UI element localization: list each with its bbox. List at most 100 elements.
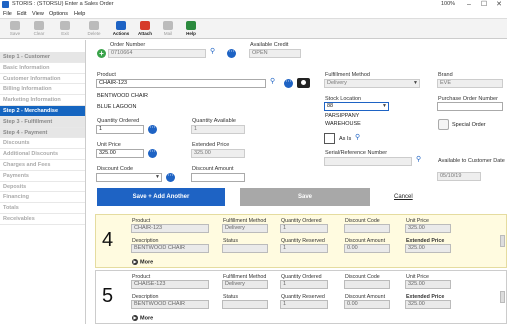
- line-number: 5: [102, 285, 114, 307]
- menu-help[interactable]: Help: [74, 11, 85, 17]
- sidebar-item-customer-information[interactable]: Customer Information: [0, 74, 85, 85]
- as-is-checkbox[interactable]: [324, 133, 335, 144]
- toolbar-mail-button[interactable]: Mail: [157, 21, 179, 36]
- close-icon[interactable]: ✕: [492, 0, 506, 10]
- zoom-level[interactable]: 100%: [441, 1, 455, 7]
- discount-code-select[interactable]: ▼: [96, 173, 162, 182]
- line-menu-handle[interactable]: [500, 235, 505, 247]
- maximize-icon[interactable]: ☐: [477, 0, 491, 10]
- toolbar-attach-button[interactable]: Attach: [134, 21, 156, 36]
- menu-options[interactable]: Options: [49, 11, 68, 17]
- toolbar-save-button[interactable]: Save: [4, 21, 26, 36]
- line-unit-price-field: 325.00: [405, 280, 451, 289]
- clear-icon: [34, 21, 44, 30]
- sidebar-item-additional-discounts[interactable]: Additional Discounts: [0, 149, 85, 160]
- price-more-icon[interactable]: ⋯: [148, 149, 157, 158]
- unit-price-input[interactable]: 325.00: [96, 149, 144, 158]
- stock-location-name-2: WAREHOUSE: [325, 121, 361, 127]
- stock-location-select[interactable]: 88 ▼: [324, 102, 389, 111]
- extended-price-label: Extended Price: [192, 142, 230, 148]
- quantity-ordered-input[interactable]: 1: [96, 125, 144, 134]
- save-add-another-button[interactable]: Save + Add Another: [97, 188, 225, 206]
- chevron-right-icon: ▶: [132, 315, 138, 321]
- toolbar-label: Delete: [87, 31, 101, 36]
- brand-label: Brand: [438, 72, 453, 78]
- toolbar-clear-button[interactable]: Clear: [28, 21, 50, 36]
- product-input[interactable]: CHAIR-123: [96, 79, 266, 88]
- line-status-field: [222, 244, 268, 253]
- quantity-more-icon[interactable]: ⋯: [148, 125, 157, 134]
- title-bar: STORIS : (STORSU) Enter a Sales Order 10…: [0, 0, 507, 10]
- stock-location-name-1: PARSIPPANY: [325, 113, 360, 119]
- menu-file[interactable]: File: [3, 11, 12, 17]
- menu-edit[interactable]: Edit: [17, 11, 26, 17]
- serial-search-icon[interactable]: ⚲: [416, 155, 421, 163]
- line-qty-reserved-field: 1: [280, 244, 328, 253]
- brand-field: EVE: [437, 79, 503, 88]
- toolbar-label: Mail: [163, 31, 173, 36]
- special-order-button[interactable]: [438, 119, 449, 130]
- sidebar-item-payments[interactable]: Payments: [0, 171, 85, 182]
- line-description-field: BENTWOOD CHAIR: [131, 244, 209, 253]
- quantity-available-label: Quantity Available: [192, 118, 236, 124]
- order-more-icon[interactable]: ⋯: [227, 49, 236, 58]
- line-discount-amount-field: 0.00: [344, 300, 390, 309]
- app-icon: [2, 1, 9, 8]
- mail-icon: [163, 21, 173, 30]
- line-discount-code-field: [344, 280, 390, 289]
- toolbar-label: Clear: [33, 31, 45, 36]
- line-item-card[interactable]: 4 Product CHAIR-123 Fulfillment Method Deliv…: [95, 214, 507, 268]
- discount-amount-label: Discount Amount: [192, 166, 234, 172]
- purchase-order-input[interactable]: [437, 102, 503, 111]
- sidebar-item-charges-and-fees[interactable]: Charges and Fees: [0, 160, 85, 171]
- sidebar-item-step-4-payment[interactable]: Step 4 - Payment: [0, 127, 85, 139]
- chevron-down-icon: ▼: [413, 80, 418, 86]
- line-fulfillment-field: Delivery: [222, 280, 268, 289]
- line-more-toggle[interactable]: ▶ More: [132, 315, 153, 321]
- toolbar-delete-button[interactable]: Delete: [83, 21, 105, 36]
- sidebar-item-step-3-fulfillment[interactable]: Step 3 - Fulfillment: [0, 116, 85, 128]
- menu-bar: File Edit View Options Help: [0, 10, 507, 19]
- product-more-icon[interactable]: ⋯: [284, 79, 293, 88]
- line-product-field: CHAISE-123: [131, 280, 209, 289]
- line-menu-handle[interactable]: [500, 291, 505, 303]
- sidebar-item-financing[interactable]: Financing: [0, 192, 85, 204]
- sidebar-item-billing-information[interactable]: Billing Information: [0, 84, 85, 96]
- sidebar-item-totals[interactable]: Totals: [0, 203, 85, 214]
- sidebar-item-marketing-information[interactable]: Marketing Information: [0, 95, 85, 106]
- toolbar-label: Actions: [112, 31, 130, 36]
- toolbar: Save Clear Exit Delete Actions Attach Mail Help: [0, 19, 507, 39]
- cancel-link[interactable]: Cancel: [394, 194, 413, 200]
- sidebar-item-basic-information[interactable]: Basic Information: [0, 63, 85, 74]
- sidebar-item-receivables[interactable]: Receivables: [0, 214, 85, 225]
- toolbar-help-button[interactable]: Help: [180, 21, 202, 36]
- toolbar-exit-button[interactable]: Exit: [54, 21, 76, 36]
- sidebar-item-step-2-merchandise[interactable]: Step 2 - Merchandise: [0, 106, 85, 117]
- order-search-icon[interactable]: ⚲: [210, 47, 215, 55]
- save-icon: [10, 21, 20, 30]
- toolbar-actions-button[interactable]: Actions: [110, 21, 132, 36]
- sidebar-item-step-1-customer[interactable]: Step 1 - Customer: [0, 52, 85, 63]
- as-is-search-icon[interactable]: ⚲: [355, 133, 360, 141]
- serial-input[interactable]: [324, 157, 412, 166]
- minimize-icon[interactable]: –: [462, 0, 476, 10]
- save-button[interactable]: Save: [240, 188, 370, 206]
- camera-icon[interactable]: [297, 78, 310, 88]
- exit-icon: [60, 21, 70, 30]
- line-qty-ordered-field: 1: [280, 280, 328, 289]
- fulfillment-method-select[interactable]: Delivery ▼: [324, 79, 420, 88]
- discount-amount-input[interactable]: [191, 173, 245, 182]
- sidebar-item-discounts[interactable]: Discounts: [0, 138, 85, 150]
- line-item-card[interactable]: 5 Product CHAISE-123 Fulfillment Method Deli…: [95, 270, 507, 324]
- sidebar: Step 1 - Customer Basic Information Custom…: [0, 40, 86, 324]
- add-order-icon[interactable]: +: [97, 49, 106, 58]
- menu-view[interactable]: View: [32, 11, 44, 17]
- available-credit-field: OPEN: [249, 49, 301, 58]
- fulfillment-method-label: Fulfillment Method: [325, 72, 370, 78]
- product-search-icon[interactable]: ⚲: [270, 77, 275, 85]
- sidebar-item-deposits[interactable]: Deposits: [0, 182, 85, 193]
- line-number: 4: [102, 229, 114, 251]
- discount-more-icon[interactable]: ⋯: [166, 173, 175, 182]
- line-more-toggle[interactable]: ▶ More: [132, 259, 153, 265]
- unit-price-label: Unit Price: [97, 142, 121, 148]
